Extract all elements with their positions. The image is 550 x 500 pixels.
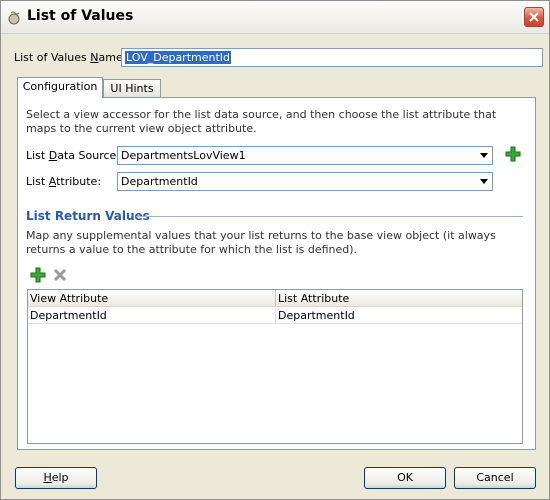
delete-icon[interactable] bbox=[52, 267, 68, 283]
table-cell-view-attribute[interactable]: DepartmentId bbox=[28, 307, 276, 324]
list-attribute-value: DepartmentId bbox=[121, 175, 198, 188]
list-of-values-dialog: List of Values List of Values Name: LOV_… bbox=[0, 0, 550, 500]
column-header-view-attribute[interactable]: View Attribute bbox=[28, 290, 276, 307]
section-divider bbox=[136, 216, 523, 217]
title-bar: List of Values bbox=[1, 1, 549, 34]
tab-configuration[interactable]: Configuration bbox=[17, 77, 103, 98]
cancel-button[interactable]: Cancel bbox=[454, 467, 536, 489]
close-button[interactable] bbox=[524, 7, 544, 27]
lov-name-input[interactable]: LOV_DepartmentId bbox=[121, 48, 543, 67]
return-values-title: List Return Values bbox=[26, 209, 150, 223]
add-icon[interactable] bbox=[30, 267, 46, 283]
table-cell-list-attribute[interactable]: DepartmentId bbox=[276, 307, 522, 324]
data-source-value: DepartmentsLovView1 bbox=[121, 149, 246, 162]
configuration-panel: Select a view accessor for the list data… bbox=[17, 97, 536, 450]
tab-ui-hints[interactable]: UI Hints bbox=[103, 79, 161, 97]
ok-button[interactable]: OK bbox=[364, 467, 446, 489]
lov-name-label: List of Values Name: bbox=[14, 51, 127, 64]
chevron-down-icon bbox=[480, 179, 488, 184]
chevron-down-icon bbox=[480, 153, 488, 158]
column-header-list-attribute[interactable]: List Attribute bbox=[276, 290, 522, 307]
lov-icon bbox=[8, 11, 20, 25]
close-icon bbox=[529, 12, 539, 22]
data-source-select[interactable]: DepartmentsLovView1 bbox=[117, 146, 493, 165]
list-attribute-select[interactable]: DepartmentId bbox=[117, 172, 493, 191]
add-icon[interactable] bbox=[505, 146, 521, 162]
list-attribute-label: List Attribute: bbox=[26, 175, 102, 188]
help-button[interactable]: Help bbox=[15, 467, 97, 489]
data-source-label: List Data Source: bbox=[26, 149, 120, 162]
dialog-title: List of Values bbox=[27, 8, 134, 24]
configuration-description: Select a view accessor for the list data… bbox=[26, 108, 497, 135]
lov-name-value: LOV_DepartmentId bbox=[125, 51, 232, 64]
return-values-table: View Attribute List Attribute Department… bbox=[27, 289, 523, 444]
return-values-description: Map any supplemental values that your li… bbox=[26, 229, 496, 256]
